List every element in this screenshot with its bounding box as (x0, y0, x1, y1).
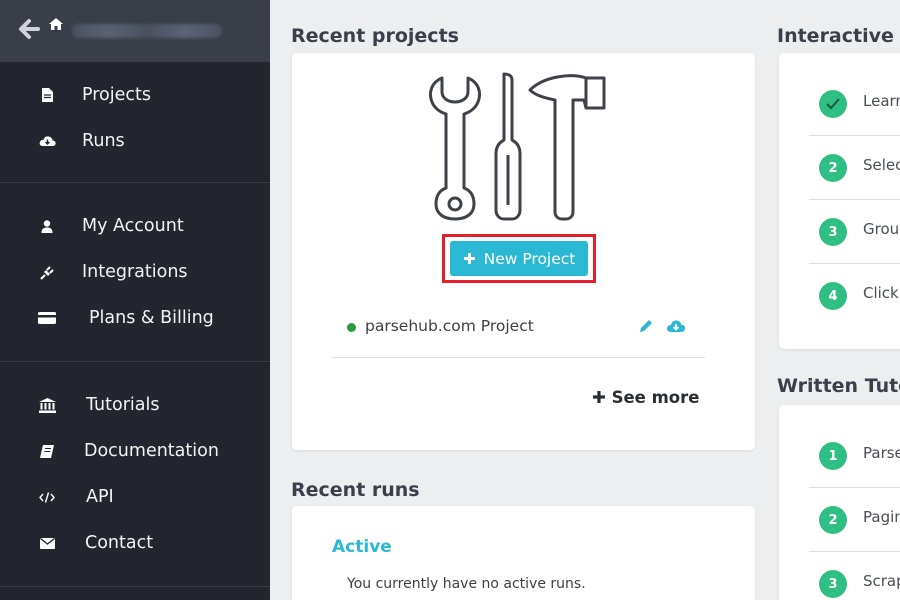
sidebar-item-my-account[interactable]: My Account (0, 203, 270, 249)
sidebar-item-label: Runs (82, 131, 125, 151)
interactive-tutorials-title: Interactive T (777, 25, 900, 47)
sidebar-item-contact[interactable]: Contact (0, 520, 270, 566)
tutorial-item[interactable]: 3 Scrap (809, 552, 900, 600)
sidebar-group-main: Projects Runs (0, 62, 270, 183)
check-badge-icon (819, 90, 847, 118)
plug-icon (38, 264, 56, 280)
home-icon[interactable] (48, 17, 64, 31)
new-project-button[interactable]: New Project (450, 241, 588, 276)
sidebar-item-label: API (86, 487, 114, 507)
tutorial-label: Parse (863, 444, 900, 462)
credit-card-icon (38, 310, 56, 326)
tutorial-label: Learn (863, 92, 900, 110)
sidebar-item-plans-billing[interactable]: Plans & Billing (0, 295, 270, 341)
sidebar-item-runs[interactable]: Runs (0, 118, 270, 164)
sidebar-item-api[interactable]: API (0, 474, 270, 520)
active-runs-heading: Active (332, 537, 392, 557)
sidebar-group-account: My Account Integrations Plans & Billing (0, 183, 270, 362)
pencil-icon[interactable] (638, 318, 654, 334)
project-name[interactable]: parsehub.com Project (365, 317, 534, 335)
envelope-icon (38, 535, 56, 551)
cloud-download-icon[interactable] (666, 317, 686, 335)
see-more-link[interactable]: ✚ See more (592, 388, 699, 407)
tutorial-item[interactable]: 3 Grou (809, 200, 900, 264)
cloud-download-icon (38, 133, 56, 149)
tutorial-label: Grou (863, 220, 900, 238)
plus-icon: ✚ (592, 388, 606, 407)
sidebar: Projects Runs My Account Integrations Pl… (0, 0, 270, 600)
sidebar-item-label: Tutorials (86, 395, 160, 415)
sidebar-item-documentation[interactable]: Documentation (0, 428, 270, 474)
blurred-username[interactable] (72, 24, 222, 38)
tutorial-item[interactable]: 2 Selec (809, 136, 900, 200)
new-project-label: New Project (483, 249, 576, 268)
user-icon (38, 218, 56, 234)
sidebar-item-tutorials[interactable]: Tutorials (0, 382, 270, 428)
sidebar-group-help: Tutorials Documentation API Contact (0, 362, 270, 587)
step-badge: 2 (819, 506, 847, 534)
sidebar-item-label: My Account (82, 216, 184, 236)
sidebar-item-label: Documentation (84, 441, 219, 461)
sidebar-item-integrations[interactable]: Integrations (0, 249, 270, 295)
sidebar-header (0, 0, 270, 62)
tutorial-item[interactable]: Learn (809, 72, 900, 136)
sidebar-item-label: Contact (85, 533, 154, 553)
step-badge: 3 (819, 570, 847, 598)
sidebar-item-label: Projects (82, 85, 151, 105)
written-tutorials-title: Written Tuto (777, 375, 900, 397)
tutorial-label: Pagin (863, 508, 900, 526)
tutorial-item[interactable]: 1 Parse (809, 424, 900, 488)
sidebar-item-projects[interactable]: Projects (0, 72, 270, 118)
tools-illustration-icon (428, 72, 606, 221)
book-icon (38, 443, 56, 459)
no-runs-text: You currently have no active runs. (347, 576, 586, 592)
bank-icon (38, 397, 56, 413)
recent-projects-title: Recent projects (291, 25, 459, 47)
step-badge: 1 (819, 442, 847, 470)
tutorial-item[interactable]: 4 Click (809, 264, 900, 328)
step-badge: 4 (819, 282, 847, 310)
sidebar-item-label: Integrations (82, 262, 188, 282)
sidebar-item-label: Plans & Billing (89, 308, 214, 328)
tutorial-label: Selec (863, 156, 900, 174)
step-badge: 3 (819, 218, 847, 246)
tutorial-label: Scrap (863, 572, 900, 590)
see-more-label: See more (611, 388, 700, 407)
project-list-item[interactable]: parsehub.com Project (332, 310, 705, 358)
code-icon (38, 489, 56, 505)
tutorial-item[interactable]: 2 Pagin (809, 488, 900, 552)
document-icon (38, 87, 56, 103)
step-badge: 2 (819, 154, 847, 182)
back-arrow-icon[interactable] (18, 18, 40, 40)
recent-runs-title: Recent runs (291, 479, 420, 501)
tutorial-label: Click (863, 284, 899, 302)
status-dot (347, 323, 356, 332)
plus-icon (463, 253, 475, 264)
